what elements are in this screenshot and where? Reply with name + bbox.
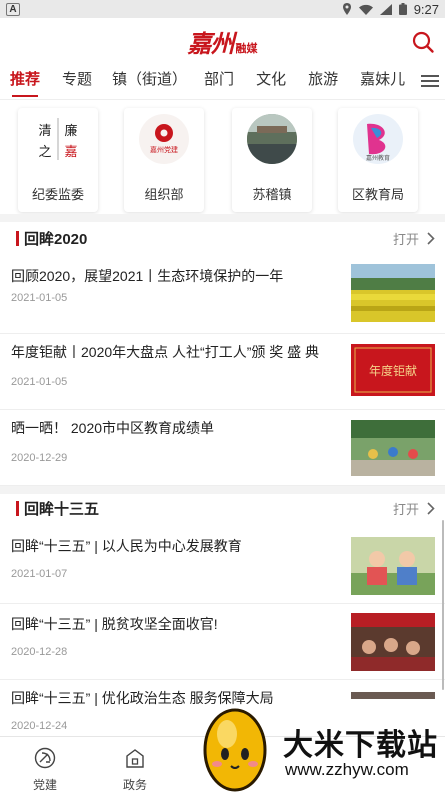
nav-label: 政务 (122, 778, 147, 792)
news-date: 2021-01-07 (11, 568, 68, 580)
tab-topics[interactable]: 专题 (40, 64, 92, 100)
thumb-char: 廉 (64, 123, 77, 139)
thumb-char: 之 (38, 145, 51, 160)
chevron-right-icon (427, 501, 435, 515)
category-tabs: 推荐 专题 镇（街道） 部门 文化 旅游 嘉妹儿 (0, 64, 445, 100)
channel-thumb: 清 廉 之 嘉 (33, 114, 83, 164)
news-headline: 回眸“十三五” | 以人民为中心发展教育 (11, 538, 242, 554)
news-item[interactable]: 回顾2020，展望2021丨生态环境保护的一年 2021-01-05 (0, 258, 445, 334)
thumb-caption: 年度钜献 (369, 363, 417, 378)
news-headline: 回顾2020，展望2021丨生态环境保护的一年 (11, 268, 284, 284)
tab-towns[interactable]: 镇（街道） (92, 64, 187, 100)
channel-thumb: 嘉州党建 (139, 114, 189, 164)
app-header: 嘉州 融媒 (0, 18, 445, 64)
watermark-name: 大米下载站 (283, 729, 438, 762)
logo-main-text: 嘉州 (187, 28, 235, 58)
status-bar: A 9:27 (0, 0, 445, 18)
nav-party-building[interactable]: 党建 (0, 737, 90, 794)
section-open-button[interactable]: 打开 (393, 499, 435, 518)
channel-label: 区教育局 (351, 187, 404, 202)
scrollbar[interactable] (442, 520, 444, 690)
section-title: 回眸十三五 (24, 500, 100, 518)
news-item[interactable]: 晒一晒！ 2020市中区教育成绩单 2020-12-29 (0, 410, 445, 486)
news-headline: 年度钜献丨2020年大盘点 人社“打工人”颁 奖 盛 典 (11, 344, 320, 360)
section-accent-bar (16, 500, 19, 516)
nav-government[interactable]: 政务 (90, 737, 180, 794)
download-site-watermark: 大米下载站 www.zzhyw.com (195, 698, 445, 794)
news-item[interactable]: 回眸“十三五” | 以人民为中心发展教育 2021-01-07 (0, 528, 445, 604)
channel-card-education[interactable]: 嘉州教育 区教育局 (338, 108, 418, 212)
building-icon (126, 749, 144, 768)
section-header: 回眸十三五 打开 (0, 490, 445, 526)
news-date: 2021-01-05 (11, 292, 68, 304)
logo-sub-text: 融媒 (235, 42, 258, 55)
channel-card-discipline[interactable]: 清 廉 之 嘉 纪委监委 (18, 108, 98, 212)
tab-tourism[interactable]: 旅游 (286, 64, 338, 100)
news-thumbnail: 年度钜献 (351, 344, 435, 402)
channel-thumb: 嘉州教育 (353, 114, 403, 164)
channel-card-organization[interactable]: 嘉州党建 组织部 (124, 108, 204, 212)
notification-badge: A (6, 2, 20, 16)
thumb-caption: 嘉州教育 (366, 154, 390, 162)
party-emblem-icon (34, 747, 56, 769)
search-icon[interactable] (411, 30, 435, 54)
news-date: 2020-12-29 (11, 452, 68, 464)
thumb-char: 嘉 (64, 145, 77, 160)
signal-icon (379, 3, 392, 15)
channel-row: 清 廉 之 嘉 纪委监委 嘉州党建 组织部 苏稽镇 嘉州教育 区教育局 (0, 100, 445, 218)
open-label: 打开 (392, 501, 419, 517)
wifi-icon (358, 4, 373, 15)
news-item[interactable]: 年度钜献丨2020年大盘点 人社“打工人”颁 奖 盛 典 2021-01-05 … (0, 334, 445, 410)
location-icon (342, 3, 351, 15)
news-item[interactable]: 回眸“十三五” | 脱贫攻坚全面收官! 2020-12-28 (0, 604, 445, 680)
app-logo: 嘉州 融媒 (188, 24, 258, 59)
section-accent-bar (16, 230, 19, 246)
mascot-egg-logo (203, 708, 267, 792)
channel-label: 组织部 (144, 187, 184, 202)
watermark-url: www.zzhyw.com (285, 760, 409, 779)
news-thumbnail (351, 537, 435, 595)
news-date: 2020-12-28 (11, 646, 68, 658)
thumb-caption: 嘉州党建 (150, 145, 178, 154)
tab-recommend[interactable]: 推荐 (0, 64, 40, 100)
news-date: 2021-01-05 (11, 376, 68, 388)
battery-icon (398, 3, 407, 15)
section-open-button[interactable]: 打开 (393, 229, 435, 248)
open-label: 打开 (392, 231, 419, 247)
thumb-char: 清 (38, 124, 51, 139)
tab-culture[interactable]: 文化 (234, 64, 286, 100)
channel-thumb (247, 114, 297, 164)
news-headline: 回眸“十三五” | 脱贫攻坚全面收官! (11, 616, 218, 632)
channel-label: 苏稽镇 (252, 187, 292, 202)
menu-icon[interactable] (421, 72, 439, 88)
section-header: 回眸2020 打开 (0, 220, 445, 256)
nav-label: 党建 (32, 778, 57, 792)
channel-label: 纪委监委 (31, 187, 84, 202)
section-title: 回眸2020 (24, 230, 88, 248)
news-thumbnail (351, 613, 435, 671)
channel-card-sujizhen[interactable]: 苏稽镇 (232, 108, 312, 212)
chevron-right-icon (427, 231, 435, 245)
news-headline: 晒一晒！ 2020市中区教育成绩单 (11, 420, 215, 436)
news-thumbnail (351, 264, 435, 322)
news-thumbnail (351, 420, 435, 478)
news-date: 2020-12-24 (11, 720, 68, 732)
tab-departments[interactable]: 部门 (187, 64, 234, 100)
tab-jiameier[interactable]: 嘉妹儿 (338, 64, 405, 100)
clock: 9:27 (413, 1, 439, 17)
